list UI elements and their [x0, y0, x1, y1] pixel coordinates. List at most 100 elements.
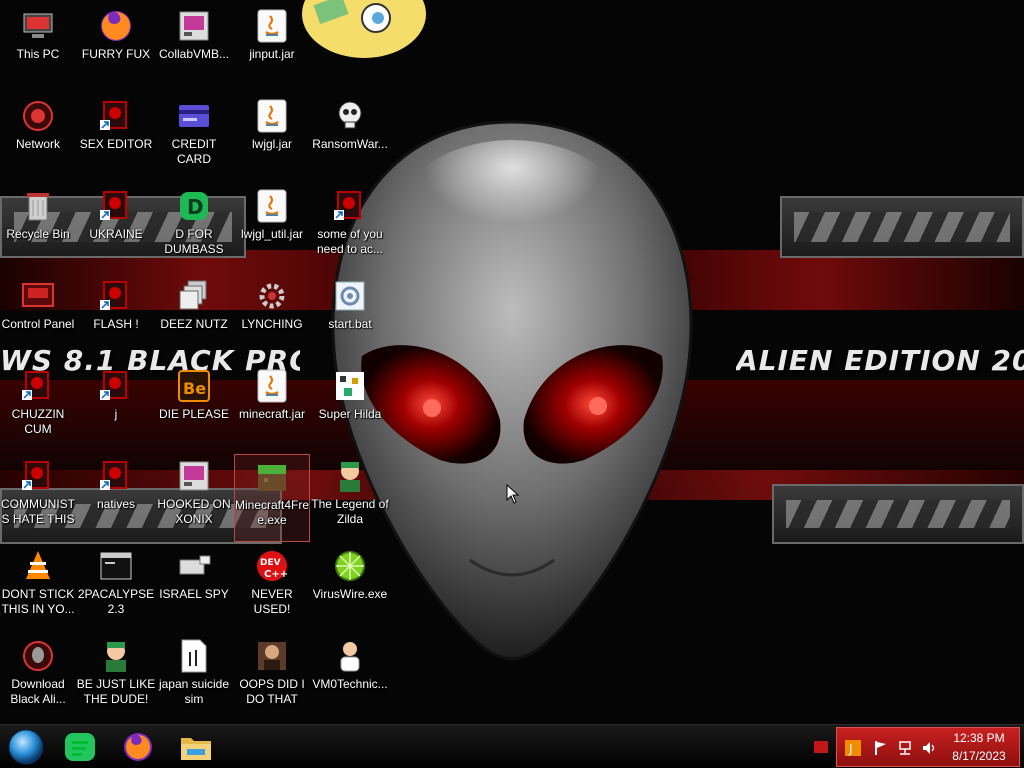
firefox-icon	[124, 733, 152, 761]
desktop-icon[interactable]: Minecraft4Free.exe	[234, 454, 310, 542]
desktop-icon[interactable]: HOOKED ON XONIX	[156, 454, 232, 542]
desktop-icon[interactable]: lwjgl_util.jar	[234, 184, 310, 272]
desktop-icon[interactable]: 2PACALYPSE 2.3	[78, 544, 154, 632]
desktop-icon[interactable]: DEEZ NUTZ	[156, 274, 232, 362]
desktop-icon[interactable]: RansomWar...	[312, 94, 388, 182]
desktop-icon[interactable]: Control Panel	[0, 274, 76, 362]
desktop-icon[interactable]: LYNCHING	[234, 274, 310, 362]
desktop-icon[interactable]: CHUZZIN CUM	[0, 364, 76, 452]
taskbar: J 12:38 PM 8/17/2023	[0, 724, 1024, 768]
desktop-icon-label: DIE PLEASE	[158, 407, 230, 421]
desktop-icon[interactable]: start.bat	[312, 274, 388, 362]
desktop-icon[interactable]: FLASH !	[78, 274, 154, 362]
computer-icon	[20, 8, 56, 44]
desktop-icon[interactable]: The Legend of Zilda	[311, 454, 389, 542]
svg-text:D: D	[187, 195, 204, 219]
desktop-icon-label: lwjgl.jar	[251, 137, 292, 151]
desktop-icon-label: CHUZZIN CUM	[11, 407, 65, 436]
system-tray: J 12:38 PM 8/17/2023	[836, 727, 1020, 767]
desktop-icon[interactable]: some of you need to ac...	[312, 184, 388, 272]
vlc-icon	[20, 548, 56, 584]
desktop-icon[interactable]: VM0Technic...	[312, 634, 388, 722]
app-icon	[176, 458, 212, 494]
java-icon	[254, 98, 290, 134]
desktop-icon-label: Recycle Bin	[6, 227, 70, 241]
notes-icon	[65, 733, 95, 761]
desktop-icon[interactable]: japan suicide sim	[156, 634, 232, 722]
java-update-icon[interactable]: J	[845, 740, 861, 756]
desktop-icon[interactable]: FURRY FUX	[78, 4, 154, 92]
desktop-icon-label: jinput.jar	[249, 47, 295, 61]
desktop-icon[interactable]: VirusWire.exe	[312, 544, 388, 632]
photo-icon	[254, 638, 290, 674]
desktop-icon[interactable]: OOPS DID I DO THAT	[234, 634, 310, 722]
desktop-icon[interactable]: DONT STICK THIS IN YO...	[0, 544, 76, 632]
control-panel-icon	[20, 278, 56, 314]
desktop-icon-label: DEEZ NUTZ	[160, 317, 228, 331]
shortcut-icon	[98, 458, 134, 494]
desktop-icon-label: SEX EDITOR	[79, 137, 153, 151]
desktop-icon[interactable]: SEX EDITOR	[78, 94, 154, 182]
desktop-icon[interactable]: COMMUNISTS HATE THIS G...	[0, 454, 76, 542]
cartoon-character-graphic	[302, 0, 426, 58]
desktop-icon[interactable]: DEV C++ NEVER USED!	[234, 544, 310, 632]
svg-text:J: J	[848, 742, 853, 756]
document-icon	[176, 638, 212, 674]
desktop-icon-label: COMMUNISTS HATE THIS G...	[1, 497, 75, 529]
firefox-icon	[98, 8, 134, 44]
window-icon	[98, 548, 134, 584]
taskbar-notes-button[interactable]	[60, 729, 100, 765]
desktop-icon-label: OOPS DID I DO THAT	[239, 677, 305, 706]
desktop-icon[interactable]: natives	[78, 454, 154, 542]
desktop-icon[interactable]: lwjgl.jar	[234, 94, 310, 182]
desktop-icon-label: CollabVMB...	[158, 47, 230, 61]
network-tray-icon[interactable]	[897, 740, 913, 756]
desktop-icon-label: Network	[15, 137, 60, 151]
shortcut-icon	[98, 368, 134, 404]
desktop-icon[interactable]: CollabVMB...	[156, 4, 232, 92]
taskbar-firefox-button[interactable]	[118, 729, 158, 765]
desktop-icon-label: RansomWar...	[312, 137, 388, 151]
stack-icon	[176, 278, 212, 314]
action-center-flag-icon[interactable]	[873, 740, 889, 756]
desktop-icon[interactable]: Be DIE PLEASE	[156, 364, 232, 452]
desktop-icon-label: minecraft.jar	[238, 407, 306, 421]
desktop-icon[interactable]: BE JUST LIKE THE DUDE!	[76, 634, 156, 722]
volume-icon[interactable]	[921, 740, 937, 756]
desktop-icon[interactable]: Super Hilda	[312, 364, 388, 452]
recycle-bin-icon	[20, 188, 56, 224]
app-icon	[176, 8, 212, 44]
desktop-icon[interactable]: UKRAINE	[78, 184, 154, 272]
clock-date[interactable]: 8/17/2023	[941, 749, 1017, 763]
gear-icon	[254, 278, 290, 314]
desktop-icon[interactable]: Network	[0, 94, 76, 182]
desktop-icon[interactable]: D D FOR DUMBASS	[156, 184, 232, 272]
shortcut-icon	[98, 188, 134, 224]
shortcut-icon	[20, 458, 56, 494]
desktop-icon-label: LYNCHING	[241, 317, 303, 331]
desktop-icon[interactable]: Recycle Bin	[0, 184, 76, 272]
desktop-icon[interactable]: jinput.jar	[234, 4, 310, 92]
person-icon	[332, 638, 368, 674]
start-button[interactable]	[6, 729, 46, 765]
desktop-icon[interactable]: minecraft.jar	[234, 364, 310, 452]
shortcut-icon	[98, 278, 134, 314]
desktop-icon[interactable]: CREDIT CARD CHECKER	[156, 94, 232, 182]
pixel-icon	[332, 368, 368, 404]
alienware-icon	[20, 638, 56, 674]
clock-time[interactable]: 12:38 PM	[941, 731, 1017, 745]
desktop-icon-label: FLASH !	[93, 317, 139, 331]
desktop-icon-label: CREDIT CARD CHECKER	[165, 137, 224, 169]
desktop-icon-label: BE JUST LIKE THE DUDE!	[76, 677, 156, 706]
desktop-icon[interactable]: ISRAEL SPY	[156, 544, 232, 632]
desktop-icon-label: VM0Technic...	[312, 677, 388, 691]
desktop-icon-label: This PC	[16, 47, 60, 61]
desktop-icon[interactable]: This PC	[0, 4, 76, 92]
desktop-icon-label: 2PACALYPSE 2.3	[77, 587, 155, 616]
taskbar-file-explorer-button[interactable]	[176, 729, 216, 765]
desktop-icon[interactable]: j	[78, 364, 154, 452]
java-icon	[254, 8, 290, 44]
desktop-icon[interactable]: Download Black Ali...	[0, 634, 76, 722]
show-hidden-icons-button[interactable]	[814, 741, 828, 753]
svg-text:DEV: DEV	[260, 558, 281, 568]
